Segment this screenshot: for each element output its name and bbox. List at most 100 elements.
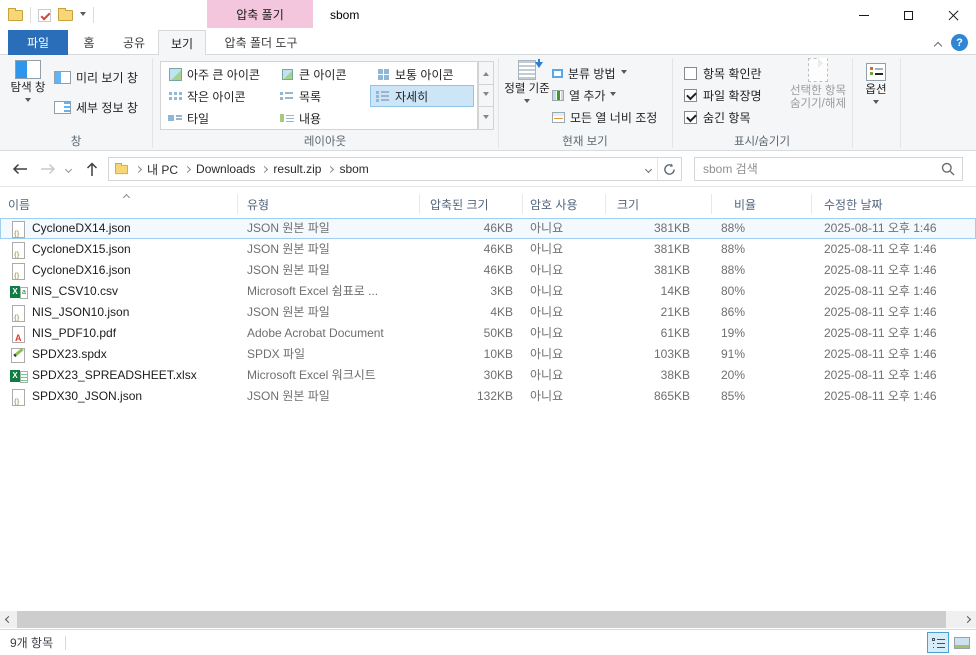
scrollbar-thumb[interactable] (17, 611, 946, 628)
file-row[interactable]: NIS_JSON10.json JSON 원본 파일 4KB 아니요 21KB … (0, 302, 976, 323)
chevron-right-icon (261, 165, 268, 172)
status-bar: 9개 항목 (0, 629, 976, 655)
details-pane-button[interactable]: 세부 정보 창 (54, 96, 138, 118)
scroll-right-button[interactable] (959, 611, 976, 628)
gallery-scroll-down-button[interactable] (478, 85, 494, 108)
titlebar: 압축 풀기 sbom (0, 0, 976, 30)
file-type-icon (10, 221, 26, 237)
refresh-button[interactable] (657, 158, 681, 180)
address-dropdown-button[interactable] (639, 158, 657, 180)
chevron-right-icon (964, 616, 971, 623)
add-columns-icon (552, 90, 564, 101)
file-type-cell: JSON 원본 파일 (238, 302, 420, 323)
new-folder-icon[interactable] (58, 10, 73, 21)
file-row[interactable]: SPDX23.spdx SPDX 파일 10KB 아니요 103KB 91% 2… (0, 344, 976, 365)
group-separator (852, 58, 853, 148)
search-icon[interactable] (941, 162, 955, 176)
forward-button[interactable] (36, 151, 60, 187)
column-header-size[interactable]: 크기 (606, 194, 712, 214)
layout-option[interactable]: 내용 (274, 107, 370, 129)
layout-option-icon (168, 68, 182, 81)
minimize-button[interactable] (841, 0, 886, 30)
back-button[interactable] (8, 151, 32, 187)
preview-pane-button[interactable]: 미리 보기 창 (54, 66, 138, 88)
layout-option-icon (280, 112, 294, 125)
collapse-ribbon-button[interactable] (930, 39, 946, 53)
folder-icon[interactable] (8, 10, 23, 21)
password-cell: 아니요 (523, 344, 606, 365)
column-header-type[interactable]: 유형 (238, 194, 420, 214)
breadcrumb-item[interactable]: result.zip (255, 158, 321, 180)
file-type-icon (10, 347, 26, 363)
size-all-columns-button[interactable]: 모든 열 너비 조정 (552, 106, 657, 128)
tab-view[interactable]: 보기 (158, 30, 206, 56)
horizontal-scrollbar[interactable] (0, 611, 976, 628)
tab-home[interactable]: 홈 (68, 30, 110, 55)
layout-option[interactable]: 타일 (162, 107, 274, 129)
group-by-icon (552, 69, 563, 78)
file-row[interactable]: CycloneDX16.json JSON 원본 파일 46KB 아니요 381… (0, 260, 976, 281)
checkbox-label: 파일 확장명 (703, 87, 762, 104)
search-input[interactable] (695, 161, 941, 177)
file-row[interactable]: NIS_CSV10.csv Microsoft Excel 쉼표로 ... 3K… (0, 281, 976, 302)
layout-option[interactable]: 목록 (274, 85, 370, 107)
gallery-more-button[interactable] (478, 107, 494, 130)
hide-selected-items-button[interactable]: 선택한 항목 숨기기/해제 (786, 58, 850, 111)
checkbox-icon[interactable] (684, 89, 697, 102)
compressed-size-cell: 3KB (420, 281, 523, 302)
breadcrumb-item[interactable]: 내 PC (129, 158, 178, 180)
customize-qat-chevron-icon[interactable] (80, 12, 86, 19)
show-hide-checkbox-row[interactable]: 파일 확장명 (684, 84, 762, 106)
file-row[interactable]: NIS_PDF10.pdf Adobe Acrobat Document 50K… (0, 323, 976, 344)
layout-option[interactable]: 큰 아이콘 (274, 63, 370, 85)
view-toggle-buttons (927, 632, 973, 653)
file-row[interactable]: CycloneDX15.json JSON 원본 파일 46KB 아니요 381… (0, 239, 976, 260)
checkbox-icon[interactable] (684, 67, 697, 80)
breadcrumb: 내 PC Downloads result.zip sbom (129, 158, 369, 180)
recent-locations-button[interactable] (60, 151, 76, 187)
file-row[interactable]: SPDX23_SPREADSHEET.xlsx Microsoft Excel … (0, 365, 976, 386)
arrow-right-icon (40, 163, 56, 175)
tab-compressed-folder-tools[interactable]: 압축 폴더 도구 (206, 30, 316, 55)
ratio-cell: 91% (712, 344, 812, 365)
options-button[interactable]: 옵션 (854, 63, 898, 107)
file-row[interactable]: SPDX30_JSON.json JSON 원본 파일 132KB 아니요 86… (0, 386, 976, 407)
navigation-pane-button[interactable]: 탐색 창 (6, 60, 50, 105)
thumbnails-view-button[interactable] (951, 632, 973, 653)
close-button[interactable] (931, 0, 976, 30)
maximize-button[interactable] (886, 0, 931, 30)
column-header-name[interactable]: 이름 (0, 194, 238, 214)
layout-option[interactable]: 자세히 (370, 85, 474, 107)
properties-check-icon[interactable] (38, 9, 51, 22)
breadcrumb-item[interactable]: sbom (321, 158, 368, 180)
add-columns-button[interactable]: 열 추가 (552, 84, 616, 106)
up-button[interactable] (80, 151, 104, 187)
gallery-scroll-up-button[interactable] (478, 61, 494, 85)
breadcrumb-item[interactable]: Downloads (178, 158, 255, 180)
options-icon (866, 63, 886, 81)
group-by-button[interactable]: 분류 방법 (552, 62, 627, 84)
sort-by-button[interactable]: 정렬 기준 (504, 60, 550, 106)
search-box[interactable] (694, 157, 963, 181)
tab-share[interactable]: 공유 (110, 30, 158, 55)
help-button[interactable]: ? (951, 34, 968, 51)
column-header-password[interactable]: 암호 사용 (523, 194, 606, 214)
details-view-button[interactable] (927, 632, 949, 653)
navigation-bar: 내 PC Downloads result.zip sbom (0, 151, 976, 187)
sort-by-icon (518, 60, 536, 80)
show-hide-checkbox-row[interactable]: 숨긴 항목 (684, 106, 762, 128)
column-header-compressed-size[interactable]: 압축된 크기 (420, 194, 523, 214)
address-bar[interactable]: 내 PC Downloads result.zip sbom (108, 157, 682, 181)
scroll-left-button[interactable] (0, 611, 17, 628)
checkbox-icon[interactable] (684, 111, 697, 124)
tab-file[interactable]: 파일 (8, 30, 68, 55)
layout-option[interactable]: 보통 아이콘 (370, 63, 474, 85)
show-hide-checkbox-row[interactable]: 항목 확인란 (684, 62, 762, 84)
column-header-ratio[interactable]: 비율 (712, 194, 812, 214)
layout-option[interactable]: 아주 큰 아이콘 (162, 63, 274, 85)
file-name: SPDX23.spdx (32, 345, 107, 364)
current-view-group-label: 현재 보기 (498, 133, 672, 149)
file-row[interactable]: CycloneDX14.json JSON 원본 파일 46KB 아니요 381… (0, 218, 976, 239)
column-header-modified[interactable]: 수정한 날짜 (812, 194, 976, 214)
layout-option[interactable]: 작은 아이콘 (162, 85, 274, 107)
